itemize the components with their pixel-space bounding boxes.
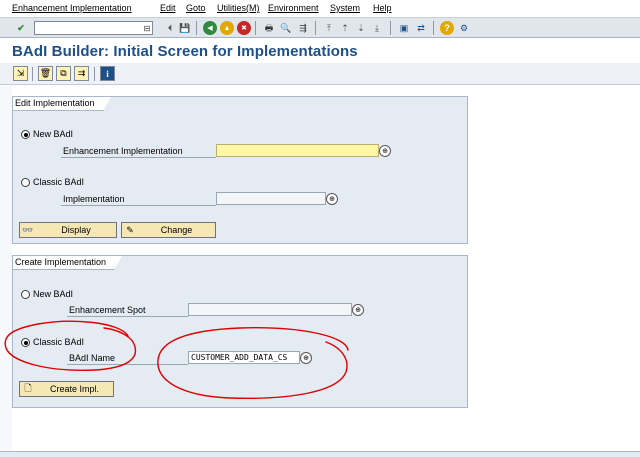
badi-name-label: BAdI Name (69, 353, 116, 363)
create-implementation-group-title: Create Implementation (13, 256, 123, 270)
implementation-input[interactable] (216, 192, 326, 205)
badi-name-input[interactable]: CUSTOMER_ADD_DATA_CS (188, 351, 300, 364)
save-icon[interactable]: 💾 (178, 21, 192, 35)
label-underline (67, 316, 188, 317)
create-classic-badi-radio[interactable] (21, 338, 30, 347)
badi-name-f4-icon[interactable]: ⊕ (300, 352, 312, 364)
application-toolbar: ⇲ 🗑 ⧉ ⇉ i (0, 63, 640, 85)
command-history-icon[interactable]: ⊟ (142, 22, 152, 34)
change-button[interactable]: ✎ Change (121, 222, 216, 238)
display-button-label: Display (61, 225, 91, 235)
help-icon[interactable]: ? (440, 21, 454, 35)
rename-icon[interactable]: ⇉ (74, 66, 89, 81)
previous-page-icon[interactable]: ⇡ (338, 21, 352, 35)
shortcut-icon[interactable]: ⇄ (414, 21, 428, 35)
label-underline (67, 364, 188, 365)
menu-utilities[interactable]: Utilities(M) (217, 3, 260, 13)
create-implementation-group: Create Implementation New BAdI Enhanceme… (12, 255, 468, 408)
edit-new-badi-radio[interactable] (21, 130, 30, 139)
edit-new-badi-label: New BAdI (33, 129, 74, 139)
title-bar: BAdI Builder: Initial Screen for Impleme… (0, 38, 640, 63)
info-icon[interactable]: i (100, 66, 115, 81)
enhancement-implementation-input[interactable] (216, 144, 379, 157)
last-page-icon[interactable]: ⤓ (370, 21, 384, 35)
toolbar-separator (32, 67, 33, 81)
print-icon[interactable]: 🖶 (262, 21, 276, 35)
back-icon[interactable]: ◀ (203, 21, 217, 35)
glasses-icon: 👓 (22, 224, 34, 235)
new-session-icon[interactable]: ▣ (397, 21, 411, 35)
status-bar (0, 451, 640, 457)
create-new-badi-label: New BAdI (33, 289, 74, 299)
menu-environment[interactable]: Environment (268, 3, 319, 13)
layout-menu-icon[interactable]: ⚙ (457, 21, 471, 35)
first-page-icon[interactable]: ⤒ (322, 21, 336, 35)
edit-implementation-group: Edit Implementation New BAdI Enhancement… (12, 96, 468, 244)
edit-implementation-group-title: Edit Implementation (13, 97, 111, 111)
menu-enhancement-implementation[interactable]: Enhancement Implementation (12, 3, 132, 13)
enhancement-implementation-label: Enhancement Implementation (63, 146, 183, 156)
edit-classic-badi-radio[interactable] (21, 178, 30, 187)
change-button-label: Change (160, 225, 193, 235)
create-impl-button[interactable]: 🗋 Create Impl. (19, 381, 114, 397)
create-classic-badi-label: Classic BAdI (33, 337, 85, 347)
toolbar-separator (390, 21, 391, 35)
toolbar-separator (255, 21, 256, 35)
next-page-icon[interactable]: ⇣ (354, 21, 368, 35)
menu-bar: Enhancement Implementation Edit Goto Uti… (0, 0, 640, 17)
enter-icon[interactable]: ✔ (14, 21, 28, 35)
toolbar-separator (433, 21, 434, 35)
create-document-icon: 🗋 (24, 383, 32, 393)
implementation-f4-icon[interactable]: ⊕ (326, 193, 338, 205)
edit-classic-badi-label: Classic BAdI (33, 177, 85, 187)
label-underline (61, 205, 216, 206)
toolbar-separator (196, 21, 197, 35)
badi-name-value: CUSTOMER_ADD_DATA_CS (191, 353, 288, 362)
find-next-icon[interactable]: ⇶ (296, 21, 310, 35)
menu-goto[interactable]: Goto (186, 3, 206, 13)
menu-edit[interactable]: Edit (160, 3, 176, 13)
enhancement-spot-f4-icon[interactable]: ⊕ (352, 304, 364, 316)
other-object-icon[interactable]: ⇲ (13, 66, 28, 81)
display-button[interactable]: 👓 Display (19, 222, 117, 238)
label-underline (61, 157, 216, 158)
page-title: BAdI Builder: Initial Screen for Impleme… (12, 43, 358, 60)
menu-system[interactable]: System (330, 3, 360, 13)
command-field[interactable] (34, 21, 153, 35)
exit-icon[interactable]: ▲ (220, 21, 234, 35)
standard-toolbar: ✔ ⊟ ⏴ 💾 ◀ ▲ ✖ 🖶 🔍 ⇶ ⤒ ⇡ ⇣ ⤓ ▣ ⇄ ? ⚙ (0, 18, 640, 38)
pencil-icon: ✎ (126, 224, 134, 235)
back-nav-icon[interactable]: ⏴ (163, 21, 177, 35)
enhancement-implementation-f4-icon[interactable]: ⊕ (379, 145, 391, 157)
implementation-label: Implementation (63, 194, 125, 204)
enhancement-spot-label: Enhancement Spot (69, 305, 146, 315)
menu-help[interactable]: Help (373, 3, 392, 13)
find-icon[interactable]: 🔍 (279, 21, 293, 35)
toolbar-separator (315, 21, 316, 35)
cancel-icon[interactable]: ✖ (237, 21, 251, 35)
left-margin (0, 86, 12, 451)
delete-icon[interactable]: 🗑 (38, 66, 53, 81)
enhancement-spot-input[interactable] (188, 303, 352, 316)
create-new-badi-radio[interactable] (21, 290, 30, 299)
copy-icon[interactable]: ⧉ (56, 66, 71, 81)
create-impl-button-label: Create Impl. (49, 384, 100, 394)
toolbar-separator (94, 67, 95, 81)
